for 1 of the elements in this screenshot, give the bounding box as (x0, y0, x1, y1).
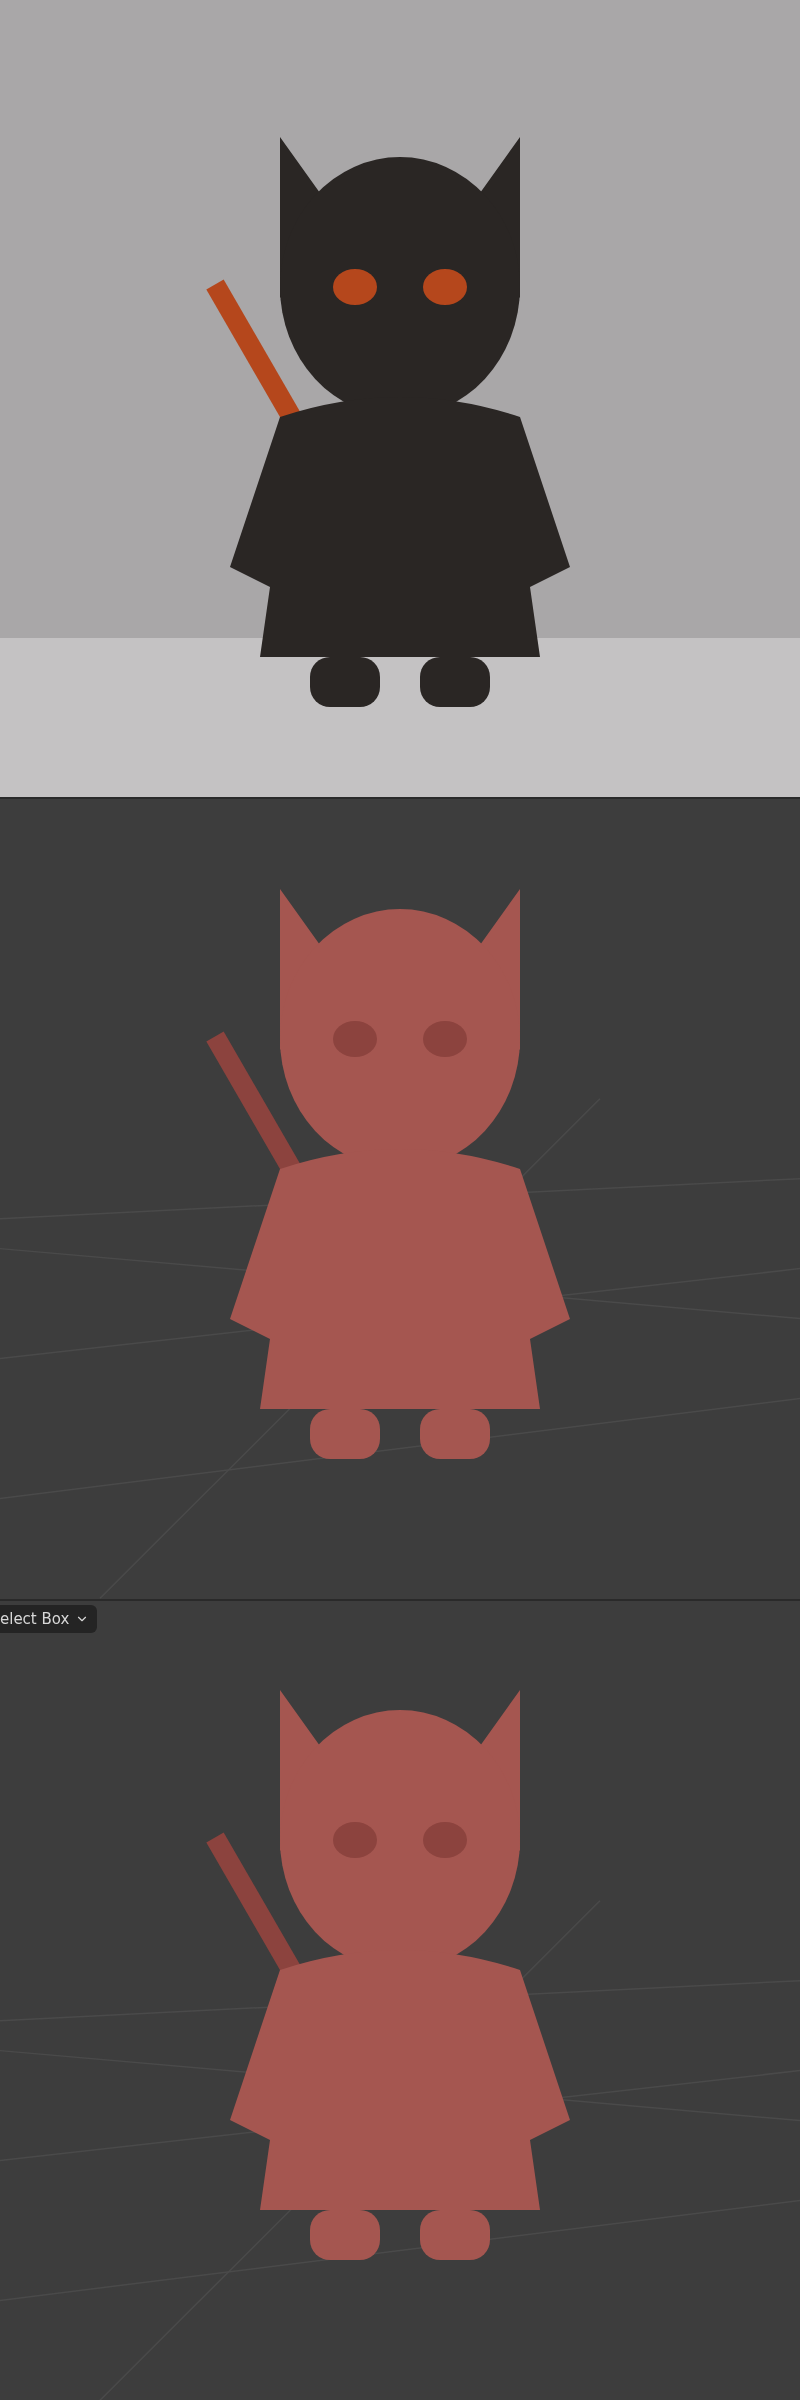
select-box-dropdown[interactable]: elect Box (0, 1604, 98, 1633)
